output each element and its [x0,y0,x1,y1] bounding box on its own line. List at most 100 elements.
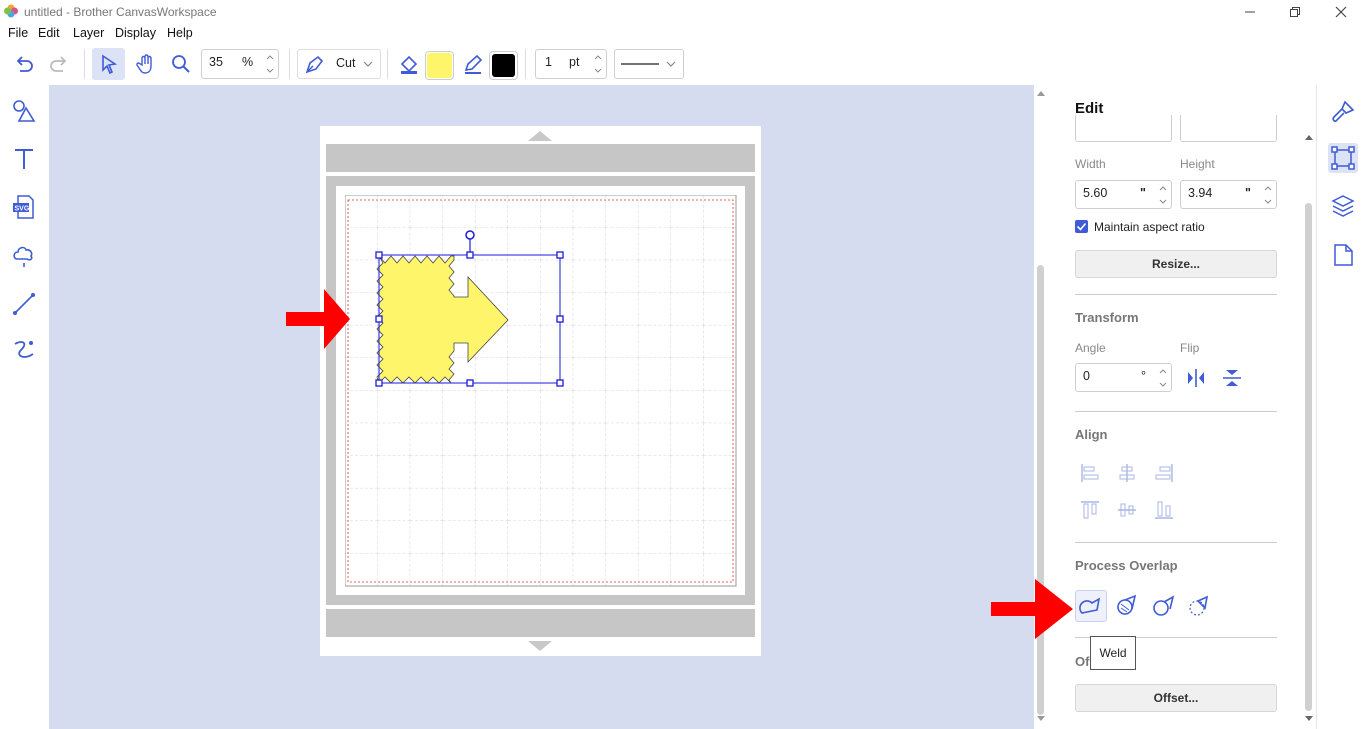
chevron-down-icon [666,61,676,67]
line-color-chip [492,54,515,77]
angle-unit: ° [1141,369,1146,383]
tree-icon [13,246,33,267]
align-bottom-icon[interactable] [1153,499,1175,521]
group-overlap-icon[interactable] [1113,590,1143,620]
align-center-icon[interactable] [1116,462,1138,484]
width-label: Width [1075,157,1106,171]
scrollbar-thumb[interactable] [1037,265,1044,715]
menu-file[interactable]: File [8,26,28,40]
undo-icon [16,56,33,72]
minimize-icon [1245,11,1255,12]
pen-icon [464,54,483,74]
width-input[interactable]: 5.60 " [1075,180,1172,209]
edit-tab[interactable] [1328,143,1358,173]
paintbrush-icon [1332,100,1355,122]
stepper-arrows-icon [1159,369,1167,387]
weld-button[interactable] [1075,590,1107,622]
line-tool-button[interactable] [460,51,486,77]
close-button[interactable] [1318,0,1364,23]
menu-edit[interactable]: Edit [38,26,60,40]
scroll-mat-down-icon[interactable] [527,640,553,652]
magnifier-icon [172,55,190,73]
flip-horizontal-icon [1188,369,1204,387]
scroll-up-icon[interactable] [1036,89,1046,97]
menu-display[interactable]: Display [115,26,156,40]
resize-button[interactable]: Resize... [1075,250,1277,278]
text-tool-button[interactable] [10,145,38,173]
angle-input[interactable]: 0 ° [1075,363,1172,392]
select-tool-button[interactable] [92,48,125,80]
zoom-tool-button[interactable] [166,49,196,79]
shapes-tool-button[interactable] [10,97,38,125]
zoom-value: 35 [209,55,223,69]
restore-button[interactable] [1272,0,1318,23]
text-icon [15,149,33,169]
rotate-handle[interactable] [465,230,475,240]
height-stepper[interactable] [1261,182,1275,208]
panel-scrollbar-thumb[interactable] [1305,203,1312,711]
line-width-stepper[interactable] [591,51,605,77]
undo-button[interactable] [10,50,38,78]
height-input[interactable]: 3.94 " [1180,180,1277,209]
align-right-icon[interactable] [1153,462,1175,484]
stepper-arrows-icon [1264,186,1272,204]
solid-line-icon [621,63,659,65]
align-left-icon[interactable] [1079,462,1101,484]
pan-tool-button[interactable] [131,49,161,79]
width-stepper[interactable] [1156,182,1170,208]
freehand-tool-button[interactable] [10,337,38,365]
flip-horizontal-button[interactable] [1184,366,1208,390]
line-width-input[interactable]: 1 pt [535,49,607,79]
redo-button[interactable] [45,50,73,78]
zoom-input[interactable]: 35 % [201,49,279,79]
line-width-value: 1 [545,55,552,69]
maintain-aspect-checkbox[interactable] [1075,220,1088,233]
minimize-button[interactable] [1227,0,1273,23]
toolbar-separator [84,49,85,79]
exclude-overlap-icon[interactable] [1185,590,1215,620]
line-draw-tool-button[interactable] [10,290,38,318]
fill-tool-button[interactable] [396,51,422,77]
menu-layer[interactable]: Layer [73,26,104,40]
angle-stepper[interactable] [1156,365,1170,391]
align-top-icon[interactable] [1079,499,1101,521]
height-label: Height [1180,157,1215,171]
mode-label: Cut [336,56,356,70]
layers-icon [1331,195,1355,217]
checkmark-icon [1076,222,1087,231]
chevron-down-icon [363,61,373,67]
transform-box-icon [1331,146,1355,170]
position-x-field[interactable] [1075,115,1172,142]
toolbar-separator [289,49,290,79]
pattern-tool-button[interactable] [10,242,38,270]
flip-vertical-icon [1223,370,1241,386]
canvas-area[interactable] [49,85,1034,729]
layers-tab[interactable] [1328,191,1358,221]
trim-overlap-icon[interactable] [1149,590,1179,620]
fill-color-swatch[interactable] [425,51,454,80]
flip-vertical-button[interactable] [1220,366,1244,390]
scroll-down-icon[interactable] [1036,715,1046,723]
attributes-tab[interactable] [1328,97,1358,127]
zoom-stepper[interactable] [263,51,277,77]
line-segment-icon [13,293,35,315]
position-y-field[interactable] [1180,115,1277,142]
panel-scroll-down-icon[interactable] [1304,715,1314,723]
left-tool-panel: SVG [0,85,49,729]
scroll-mat-up-icon[interactable] [527,130,553,142]
menu-help[interactable]: Help [167,26,193,40]
design-grid[interactable] [345,195,737,587]
mode-select[interactable]: Cut [297,49,381,79]
line-style-select[interactable] [614,49,684,79]
freehand-curve-icon [14,341,34,358]
offset-title: Of [1075,654,1090,669]
right-icon-strip [1316,85,1366,729]
align-middle-icon[interactable] [1116,499,1138,521]
mat-bottom-band [326,609,755,637]
line-color-swatch[interactable] [489,51,518,80]
svg-import-button[interactable]: SVG [10,193,38,221]
page-tab[interactable] [1328,240,1358,270]
stepper-arrows-icon [594,55,602,73]
offset-button[interactable]: Offset... [1075,684,1277,712]
panel-scroll-up-icon[interactable] [1304,133,1314,141]
